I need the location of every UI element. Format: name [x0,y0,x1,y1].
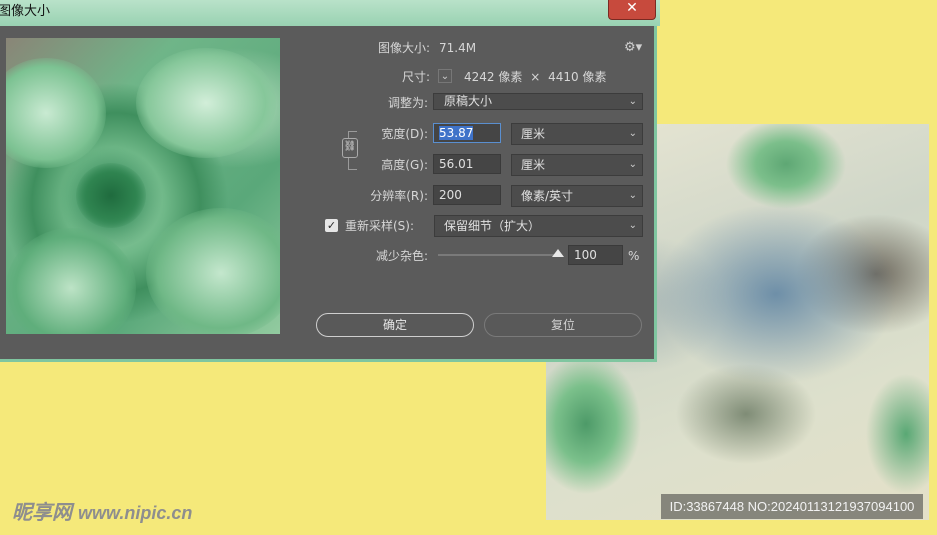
dialog-titlebar[interactable]: 图像大小 ✕ [0,0,660,26]
gear-icon[interactable]: ⚙▾ [624,40,642,55]
resample-value: 保留细节（扩大） [444,219,541,233]
chevron-down-icon: ⌄ [628,190,637,201]
chevron-down-icon[interactable]: ⌄ [438,69,452,83]
chevron-down-icon: ⌄ [628,220,637,231]
resolution-label: 分辨率(R): [370,189,428,203]
height-input[interactable]: 56.01 [433,154,501,174]
dim-unit-1: 像素 [498,70,523,84]
close-button[interactable]: ✕ [608,0,656,20]
preview-petal [6,58,106,168]
fit-to-select[interactable]: 原稿大小 ⌄ [433,93,643,110]
noise-input[interactable]: 100 [568,245,623,265]
dim-x: × [530,70,541,84]
noise-slider-track[interactable] [438,254,560,256]
resolution-unit-select[interactable]: 像素/英寸 ⌄ [511,185,643,207]
resample-select[interactable]: 保留细节（扩大） ⌄ [434,215,643,237]
preview-flower-center [76,163,146,228]
image-size-dialog: 图像大小 ✕ 图像大小: 71.4M ⚙▾ 尺寸: ⌄ 4242 像素 × 44… [0,0,660,362]
dim-height: 4410 [548,70,579,84]
chevron-down-icon: ⌄ [628,128,637,139]
height-label: 高度(G): [381,158,428,172]
height-unit-select[interactable]: 厘米 ⌄ [511,154,643,176]
dimensions-label: 尺寸: [401,70,430,84]
logo-sub: www.nipic.cn [78,503,193,523]
chevron-down-icon: ⌄ [628,96,637,107]
width-unit-select[interactable]: 厘米 ⌄ [511,123,643,145]
fit-to-label: 调整为: [387,96,428,110]
width-label: 宽度(D): [381,127,428,141]
preview-petal [146,208,280,334]
fit-to-value: 原稿大小 [444,94,493,108]
dimensions-value: 4242 像素 × 4410 像素 [464,69,607,85]
reset-button[interactable]: 复位 [484,313,642,337]
image-size-value: 71.4M [439,41,477,55]
chevron-down-icon: ⌄ [628,159,637,170]
noise-label: 减少杂色: [375,249,428,263]
logo-main: 昵享网 [12,502,72,524]
image-size-label: 图像大小: [377,41,430,55]
noise-unit: % [628,249,640,263]
resolution-input[interactable]: 200 [433,185,501,205]
ok-button[interactable]: 确定 [316,313,474,337]
width-value: 53.87 [439,126,474,140]
watermark-text: ID:33867448 NO:20240113121937094100 [661,494,923,519]
noise-slider-thumb[interactable] [552,249,564,257]
width-input[interactable]: 53.87 [433,123,501,143]
preview-petal [6,228,136,334]
dialog-title: 图像大小 [0,4,51,19]
site-logo: 昵享网 www.nipic.cn [12,496,192,525]
resolution-unit: 像素/英寸 [521,189,574,203]
height-unit: 厘米 [521,158,546,172]
dim-width: 4242 [464,70,495,84]
resample-checkbox[interactable]: ✓ [325,219,338,232]
image-preview[interactable] [6,38,280,334]
dim-unit-2: 像素 [582,70,607,84]
resample-label: 重新采样(S): [345,219,415,233]
preview-petal [136,48,276,158]
width-unit: 厘米 [521,127,546,141]
